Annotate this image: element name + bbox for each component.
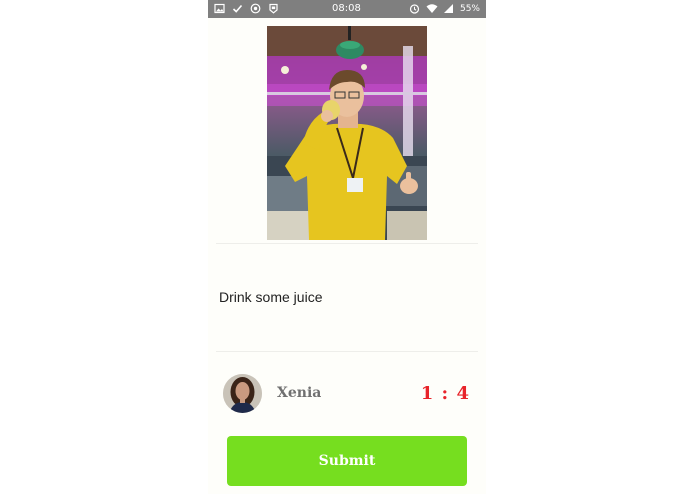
notification-icons [214,3,279,14]
wifi-icon [426,3,438,14]
submit-button[interactable]: Submit [227,436,467,486]
player-avatar [223,374,262,413]
status-bar: 08:08 55% [208,0,486,18]
divider-top [216,243,478,244]
check-icon [232,3,243,14]
status-time: 08:08 [332,3,361,14]
app-icon [268,3,279,14]
signal-icon [443,3,454,14]
shield-icon [250,3,261,14]
system-icons: 55% [409,3,480,14]
player-name: Xenia [277,385,322,401]
task-text: Drink some juice [219,289,323,305]
battery-level: 55% [459,3,480,14]
alarm-icon [409,3,420,14]
image-icon [214,3,225,14]
divider-bottom [216,351,478,352]
score: 1 : 4 [420,383,470,404]
task-photo [267,26,427,240]
app-screen: 08:08 55% Drink some juice Xenia 1: 4 S… [208,0,486,494]
